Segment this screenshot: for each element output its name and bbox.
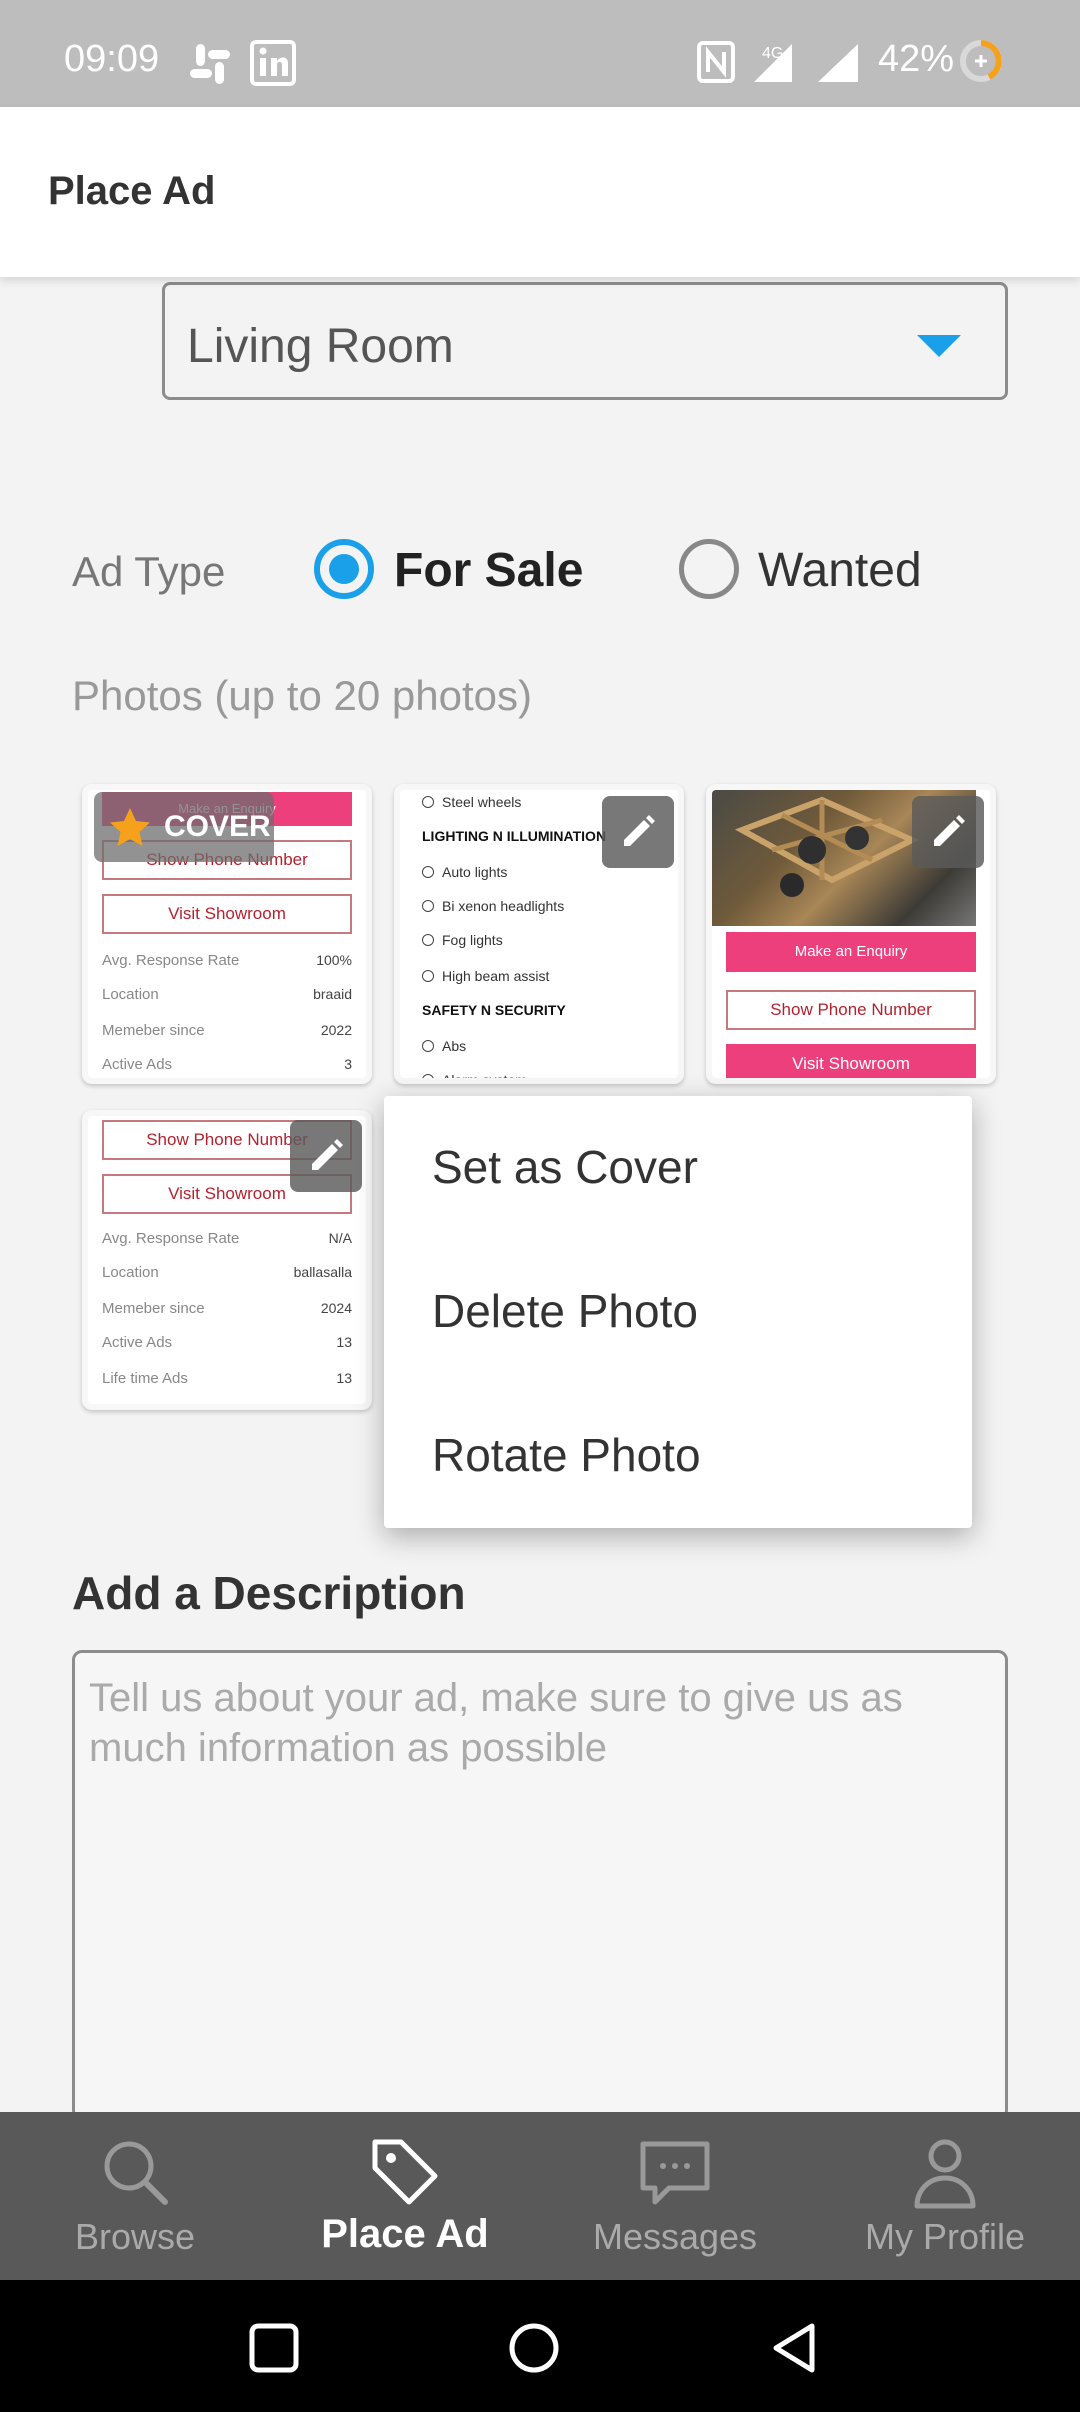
thumb-feature-item: Auto lights — [442, 864, 508, 880]
nav-messages[interactable]: Messages — [540, 2112, 810, 2280]
edit-photo-4-button[interactable] — [290, 1120, 362, 1192]
thumb-feature-item: Abs — [442, 1038, 467, 1054]
pencil-icon — [312, 1139, 343, 1170]
nav-my-profile[interactable]: My Profile — [810, 2112, 1080, 2280]
description-placeholder: Tell us about your ad, make sure to give… — [89, 1676, 903, 1770]
person-icon — [914, 2139, 976, 2209]
linkedin-icon — [250, 40, 296, 91]
signal-icon-2 — [814, 40, 862, 91]
signal-icon: 4G+ — [748, 40, 800, 91]
nav-messages-label: Messages — [592, 2216, 758, 2257]
page-title: Place Ad — [48, 169, 216, 213]
thumb-feature-item: Fog lights — [442, 932, 503, 948]
list-bullet — [422, 970, 434, 982]
recents-button[interactable] — [248, 2322, 300, 2374]
svg-text:4G+: 4G+ — [762, 45, 793, 62]
tag-icon — [372, 2139, 438, 2205]
thumb-row-label: Location — [102, 986, 159, 1003]
pencil-icon — [934, 815, 965, 846]
nav-browse[interactable]: Browse — [0, 2112, 270, 2280]
list-bullet — [422, 900, 434, 912]
thumb-row-value: braaid — [313, 986, 352, 1002]
menu-item-delete-photo[interactable]: Delete Photo — [432, 1284, 698, 1338]
thumb-row-value: 13 — [336, 1370, 352, 1386]
thumb-row-value: 100% — [316, 952, 352, 968]
list-bullet — [422, 866, 434, 878]
app-bar: Place Ad — [0, 107, 1080, 277]
list-bullet — [422, 1040, 434, 1052]
system-nav-bar — [0, 2280, 1080, 2412]
thumb-row-label: Location — [102, 1264, 159, 1281]
description-textarea[interactable]: Tell us about your ad, make sure to give… — [72, 1650, 1008, 2120]
list-bullet — [422, 796, 434, 808]
list-bullet — [422, 1074, 434, 1078]
nav-my-profile-label: My Profile — [864, 2216, 1026, 2257]
thumb-feature-item: Alarm system — [442, 1072, 527, 1084]
category-value: Living Room — [187, 320, 454, 373]
category-dropdown[interactable]: Living Room — [162, 282, 1008, 400]
edit-photo-3-button[interactable] — [912, 796, 984, 868]
thumb-feature-heading: LIGHTING N ILLUMINATION — [422, 828, 607, 844]
edit-photo-2-button[interactable] — [602, 796, 674, 868]
thumb-row-label: Active Ads — [102, 1056, 173, 1073]
photo-options-menu: Set as Cover Delete Photo Rotate Photo — [384, 1096, 972, 1528]
thumb-row-value: 2024 — [320, 1300, 352, 1316]
pencil-icon — [624, 815, 655, 846]
nav-place-ad[interactable]: Place Ad — [270, 2112, 540, 2280]
thumb-feature-item: Steel wheels — [442, 794, 522, 810]
menu-item-rotate-photo[interactable]: Rotate Photo — [432, 1428, 701, 1482]
wanted-label[interactable]: Wanted — [758, 543, 922, 598]
menu-item-set-cover[interactable]: Set as Cover — [432, 1140, 698, 1194]
thumb-row-label: Memeber since — [102, 1022, 205, 1039]
for-sale-radio[interactable] — [314, 539, 374, 599]
cover-label: COVER — [164, 810, 271, 843]
battery-icon — [958, 38, 1004, 89]
back-button[interactable] — [768, 2322, 820, 2374]
battery-percent: 42% — [878, 38, 955, 80]
chevron-down-icon — [917, 335, 961, 357]
thumb-row-label: Avg. Response Rate — [102, 1230, 240, 1247]
chat-icon — [640, 2141, 710, 2205]
home-button[interactable] — [508, 2322, 560, 2374]
cover-badge: COVER — [94, 792, 274, 862]
thumb-phone-button: Show Phone Number — [726, 990, 976, 1030]
thumb-row-value: 3 — [344, 1056, 352, 1072]
for-sale-label[interactable]: For Sale — [394, 543, 583, 598]
thumb-row-label: Memeber since — [102, 1300, 205, 1317]
bottom-nav: Browse Place Ad Messages My Profile — [0, 2112, 1080, 2280]
thumb-feature-item: Bi xenon headlights — [442, 898, 565, 914]
search-icon — [104, 2141, 168, 2205]
nav-browse-label: Browse — [74, 2216, 196, 2257]
photos-label: Photos (up to 20 photos) — [72, 672, 532, 719]
nfc-icon — [696, 40, 736, 89]
thumb-showroom-button: Visit Showroom — [726, 1044, 976, 1078]
status-time: 09:09 — [64, 38, 160, 80]
thumb-showroom-button: Visit Showroom — [102, 894, 352, 934]
thumb-feature-item: High beam assist — [442, 968, 550, 984]
thumb-feature-heading: SAFETY N SECURITY — [422, 1002, 566, 1018]
thumb-row-label: Active Ads — [102, 1334, 173, 1351]
description-title: Add a Description — [72, 1567, 466, 1619]
thumb-enquiry-button: Make an Enquiry — [726, 932, 976, 972]
thumb-row-value: N/A — [328, 1230, 352, 1246]
thumb-row-value: 2022 — [320, 1022, 352, 1038]
wanted-radio[interactable] — [679, 539, 739, 599]
list-bullet — [422, 934, 434, 946]
star-icon — [110, 808, 150, 846]
thumb-row-label: Life time Ads — [102, 1370, 188, 1387]
thumb-row-value: 13 — [336, 1334, 352, 1350]
ad-type-label: Ad Type — [72, 548, 226, 595]
nav-place-ad-label: Place Ad — [321, 2212, 489, 2256]
status-bar: 09:09 4G+ 42% — [0, 0, 1080, 107]
thumb-row-value: ballasalla — [293, 1264, 352, 1280]
slack-icon — [188, 42, 232, 91]
thumb-row-label: Avg. Response Rate — [102, 952, 240, 969]
